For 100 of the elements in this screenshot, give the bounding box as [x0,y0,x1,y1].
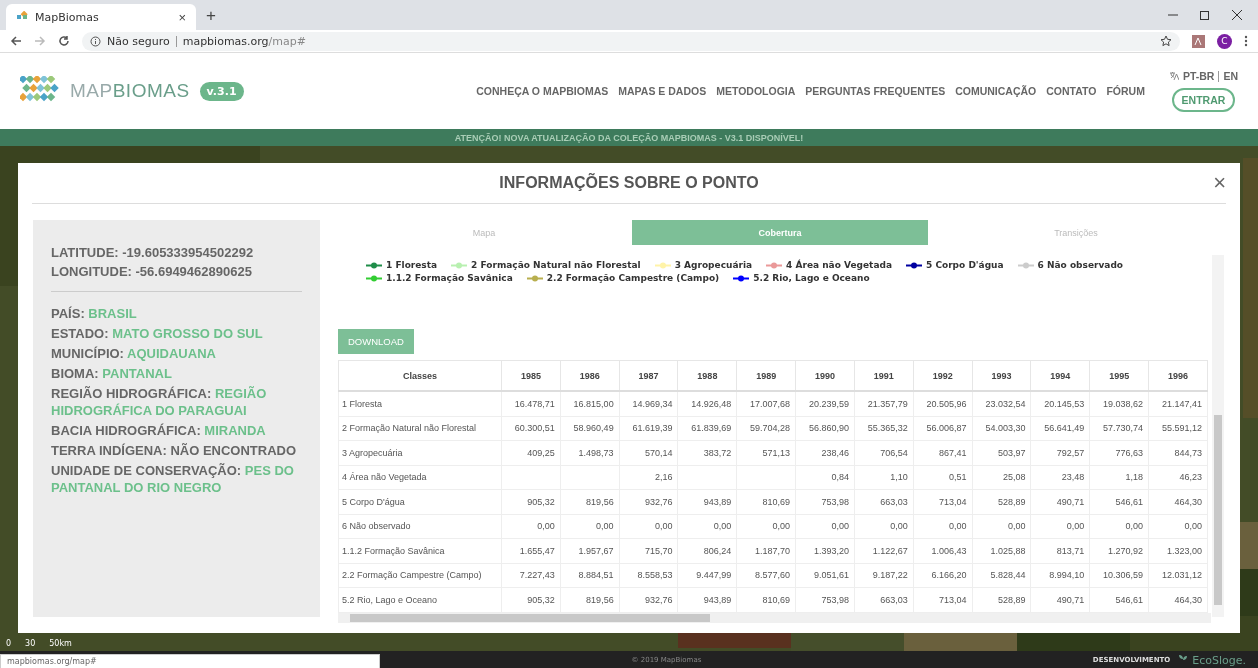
legend-label[interactable]: 5 Corpo D'água [926,260,1004,270]
table-cell: 20.239,59 [808,398,849,409]
pdf-icon[interactable] [1192,34,1205,48]
logo-text: MAPBIOMAS [70,80,190,102]
table-cell: 0,00 [1007,521,1026,532]
scale-label: 50km [49,639,72,648]
table-cell: 1 Floresta [342,398,383,409]
table-cell: 8.577,60 [755,570,791,581]
address-bar[interactable]: Não seguro mapbiomas.org/map# [82,31,1180,51]
table-cell: 1,10 [890,472,908,483]
legend-label[interactable]: 3 Agropecuária [674,260,753,270]
table-cell: 238,46 [821,447,849,458]
detail-text: TERRA INDÍGENA: NÃO ENCONTRADO [51,442,298,459]
table-cell: 58.960,49 [573,423,614,434]
table-cell: 0,00 [890,521,908,532]
table-cell: 0,00 [1184,521,1202,532]
table-cell: 810,69 [762,594,791,605]
close-tab-button[interactable]: × [178,9,186,25]
dialog-title: INFORMAÇÕES SOBRE O PONTO [499,174,759,192]
table-cell: 715,70 [644,545,673,556]
table-cell: 57.730,74 [1103,423,1144,434]
column-header: 1996 [1148,360,1208,391]
table-cell: 776,63 [1115,447,1144,458]
close-button[interactable]: × [1213,170,1226,196]
nav-link[interactable]: METODOLOGIA [716,85,796,97]
table-cell: 46,23 [1179,472,1202,483]
table-cell: 54.003,30 [985,423,1026,434]
table-cell: 0,00 [772,521,791,532]
browser-tab[interactable]: MapBiomas × [6,4,196,30]
language-link[interactable]: PT-BR [1182,70,1215,82]
legend-label[interactable]: 5.2 Rio, Lago e Oceano [753,273,870,283]
maximize-icon[interactable] [1200,10,1210,20]
language-link[interactable]: EN [1223,70,1238,82]
coordinate-text: LONGITUDE: -56.6949462890625 [51,263,253,280]
table-cell: 5 Corpo D'água [342,496,405,507]
vertical-scrollbar[interactable] [1212,255,1224,617]
column-header: 1989 [736,360,796,391]
legend-label[interactable]: 6 Não observado [1037,260,1124,270]
table-cell: 9.051,61 [813,570,849,581]
nav-link[interactable]: CONHEÇA O MAPBIOMAS [476,85,609,97]
table-cell: 9.447,99 [696,570,732,581]
legend-label[interactable]: 4 Área não Vegetada [786,260,892,270]
nav-link[interactable]: MAPAS E DADOS [618,85,707,97]
legend-label[interactable]: 1 Floresta [386,260,438,270]
table-cell: 792,57 [1056,447,1085,458]
new-tab-button[interactable]: + [206,6,216,26]
table-cell: 713,04 [939,496,967,507]
column-header: 1991 [854,360,914,391]
table-cell: 56.006,87 [926,423,967,434]
table-cell: 10.306,59 [1103,570,1144,581]
nav-link[interactable]: COMUNICAÇÃO [955,85,1037,97]
table-cell: 59.704,28 [750,423,791,434]
legend-label[interactable]: 2 Formação Natural não Florestal [471,260,641,270]
reload-icon[interactable] [58,35,70,47]
table-cell: 546,61 [1115,594,1144,605]
table-cell: 6.166,20 [931,570,967,581]
close-icon[interactable] [1232,10,1242,20]
table-cell: 20.145,53 [1044,398,1085,409]
table-cell: 0,00 [713,521,732,532]
table-cell: 14.926,48 [691,398,732,409]
developer-logo-text[interactable]: EcoSloge. [1192,653,1246,667]
login-button[interactable]: ENTRAR [1171,88,1236,112]
star-icon[interactable] [1160,35,1172,47]
table-cell: 6 Não observado [342,521,411,532]
profile-avatar[interactable]: C [1217,33,1232,49]
back-icon[interactable] [10,35,22,47]
table-cell: 663,03 [880,594,908,605]
nav-link[interactable]: PERGUNTAS FREQUENTES [805,85,946,97]
table-cell: 753,98 [821,496,849,507]
table-cell: 5.828,44 [990,570,1026,581]
table-cell: 1.187,70 [755,545,791,556]
column-header: Classes [338,360,502,391]
table-cell: 409,25 [527,447,555,458]
nav-link[interactable]: FÓRUM [1106,85,1145,97]
table-cell: 2.2 Formação Campestre (Campo) [342,570,482,581]
version-badge: v.3.1 [199,81,244,101]
menu-icon[interactable] [1244,35,1248,47]
horizontal-scrollbar[interactable] [338,612,1211,623]
table-cell: 806,24 [703,545,732,556]
table-cell: 810,69 [762,496,791,507]
legend-label[interactable]: 1.1.2 Formação Savânica [386,273,513,283]
table-cell: 2,16 [654,472,673,483]
table-cell: 819,56 [586,496,614,507]
table-cell: 0,00 [537,521,555,532]
announcement-text: ATENÇÃO! NOVA ATUALIZAÇÃO DA COLEÇÃO MAPBIOMAS - V3.1 DISPONÍVEL! [454,132,804,143]
table-cell: 905,32 [527,496,555,507]
detail-text: BACIA HIDROGRÁFICA: MIRANDA [51,422,267,439]
table-cell: 1.498,73 [578,447,614,458]
column-header: 1987 [619,360,678,391]
table-cell: 490,71 [1056,496,1085,507]
table-cell: 1.025,88 [990,545,1026,556]
translate-icon [1168,71,1179,81]
nav-link[interactable]: CONTATO [1046,85,1097,97]
legend-label[interactable]: 2.2 Formação Campestre (Campo) [546,273,720,283]
detail-text: BIOMA: PANTANAL [51,365,173,382]
table-cell: 571,13 [762,447,791,458]
table-cell: 503,97 [997,447,1026,458]
table-cell: 21.357,79 [867,398,908,409]
table-cell: 55.365,32 [867,423,908,434]
coordinate-text: LATITUDE: -19.605333954502292 [51,244,255,261]
